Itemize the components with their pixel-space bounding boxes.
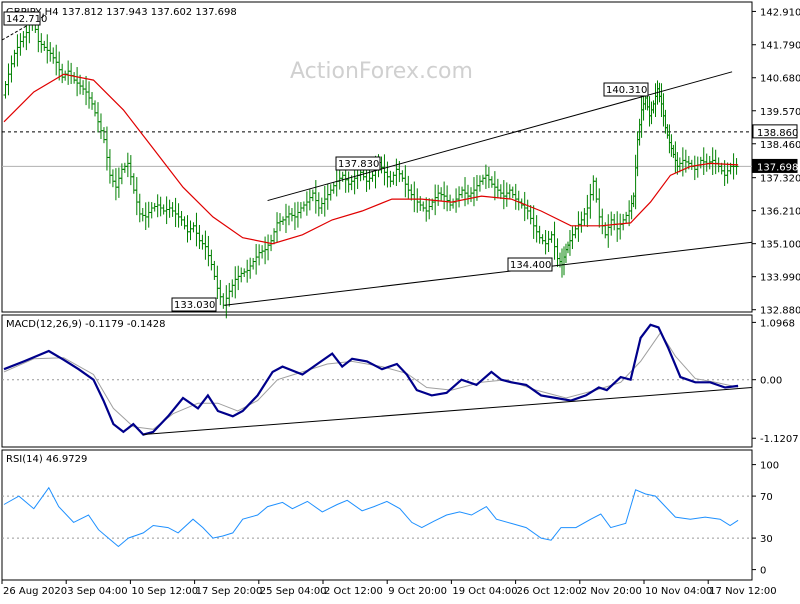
price-y-tick-label: 135.100 <box>760 240 800 251</box>
macd-trendline <box>143 387 753 436</box>
price-y-tick-label: 140.680 <box>760 74 800 85</box>
price-y-tick-label: 133.990 <box>760 273 800 284</box>
price-y-tick-label: 139.570 <box>760 107 800 118</box>
price-trendline <box>224 241 753 306</box>
x-axis-tick-label: 26 Oct 12:00 <box>517 586 582 597</box>
rsi-header: RSI(14) 46.9729 <box>6 454 87 465</box>
macd-panel-frame <box>1 314 753 448</box>
x-axis-tick-label: 26 Aug 2020 <box>3 586 67 597</box>
last-price-box: 137.698 <box>752 158 798 173</box>
rsi-panel: RSI(14) 46.9729 100 70 30 0 <box>1 449 779 581</box>
macd-y-axis: 1.0968 0.00 -1.1207 <box>2 318 799 445</box>
macd-panel: MACD(12,26,9) -0.1179 -0.1428 1.0968 0.00… <box>1 314 799 448</box>
x-axis-tick-label: 17 Sep 20:00 <box>196 586 263 597</box>
x-axis-tick-label: 10 Nov 04:00 <box>645 586 712 597</box>
rsi-y-tick-label: 70 <box>760 492 773 503</box>
macd-y-tick-label: 0.00 <box>760 376 782 387</box>
x-axis-tick-label: 19 Oct 04:00 <box>452 586 517 597</box>
price-trendline <box>267 71 733 202</box>
x-axis-tick-label: 2 Nov 20:00 <box>581 586 642 597</box>
x-axis: 26 Aug 2020 3 Sep 04:00 10 Sep 12:0017 Sep… <box>1 580 777 597</box>
rsi-y-tick-label: 30 <box>760 534 773 545</box>
price-y-tick-label: 136.210 <box>760 207 800 218</box>
last-price-label: 137.698 <box>757 162 798 173</box>
chart-svg: ActionForex.com GBPJPY,H4 137.812 137.94… <box>1 1 800 597</box>
price-annotation-label: 140.310 <box>606 85 647 96</box>
price-annotation-box: 134.400 <box>507 257 553 272</box>
price-annotation-label: 142.710 <box>6 14 47 25</box>
price-annotations: 142.710 137.830 140.310 134.400 133.030 <box>3 11 649 312</box>
price-annotation-label: 133.030 <box>174 300 215 311</box>
price-annotation-box: 137.830 <box>335 156 381 171</box>
price-y-tick-label: 138.460 <box>760 140 800 151</box>
price-y-tick-label: 132.880 <box>760 306 800 317</box>
x-axis-tick-label: 9 Oct 20:00 <box>388 586 447 597</box>
level-price-label: 138.860 <box>757 128 798 139</box>
x-axis-tick-label: 25 Sep 04:00 <box>260 586 327 597</box>
price-panel: ActionForex.com GBPJPY,H4 137.812 137.94… <box>1 1 800 319</box>
chart-container: ActionForex.com GBPJPY,H4 137.812 137.94… <box>0 0 800 600</box>
watermark-text: ActionForex.com <box>290 59 473 84</box>
macd-line <box>3 323 739 436</box>
price-annotation-box: 142.710 <box>3 11 47 26</box>
macd-y-tick-label: -1.1207 <box>760 434 799 445</box>
price-annotation-label: 137.830 <box>338 159 379 170</box>
price-y-tick-label: 142.910 <box>760 7 800 18</box>
x-axis-tick-label: 3 Sep 04:00 <box>67 586 127 597</box>
x-axis-tick-label: 10 Sep 12:00 <box>131 586 198 597</box>
rsi-panel-frame <box>1 449 753 581</box>
price-annotation-label: 134.400 <box>510 260 551 271</box>
macd-header: MACD(12,26,9) -0.1179 -0.1428 <box>6 319 166 330</box>
price-annotation-box: 140.310 <box>603 82 649 97</box>
macd-y-tick-label: 1.0968 <box>760 318 795 329</box>
macd-signal-line <box>3 331 739 430</box>
rsi-y-axis: 100 70 30 0 <box>2 461 779 577</box>
level-price-box: 138.860 <box>752 124 798 139</box>
price-annotation-box: 133.030 <box>171 297 217 312</box>
price-y-tick-label: 137.320 <box>760 174 800 185</box>
rsi-y-tick-label: 100 <box>760 461 779 472</box>
x-axis-tick-label: 17 Nov 12:00 <box>709 586 776 597</box>
rsi-y-tick-label: 0 <box>760 566 766 577</box>
x-axis-tick-label: 2 Oct 12:00 <box>324 586 383 597</box>
price-y-tick-label: 141.790 <box>760 41 800 52</box>
